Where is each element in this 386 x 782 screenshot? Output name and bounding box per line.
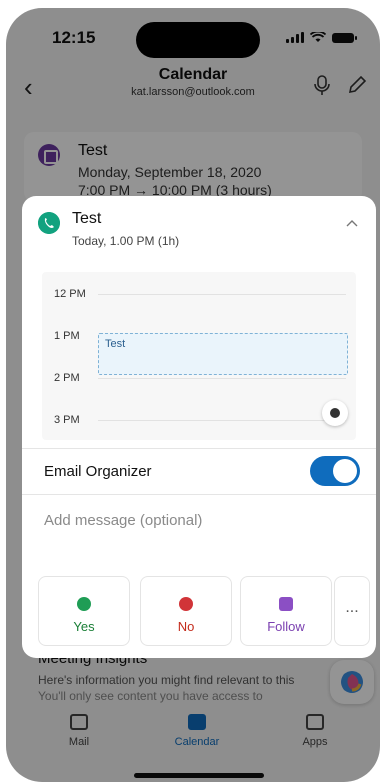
day-timeline: 12 PM 1 PM 2 PM 3 PM Test [42, 272, 356, 440]
message-input[interactable]: Add message (optional) [44, 512, 202, 529]
accept-button[interactable]: Yes [38, 576, 130, 646]
hour-line [98, 294, 346, 295]
close-icon [179, 597, 193, 611]
hour-label: 1 PM [54, 330, 80, 342]
chevron-up-icon[interactable] [346, 218, 358, 230]
event-popup-card: Test Today, 1.00 PM (1h) 12 PM 1 PM 2 PM… [22, 196, 376, 658]
clock-icon[interactable] [322, 400, 348, 426]
card-header: Test Today, 1.00 PM (1h) [22, 196, 376, 258]
email-organizer-label: Email Organizer [44, 463, 152, 480]
follow-label: Follow [267, 619, 305, 634]
email-organizer-row: Email Organizer [22, 450, 376, 492]
timeline-event-block[interactable]: Test [98, 333, 348, 375]
follow-calendar-icon [279, 597, 293, 611]
card-title: Test [72, 210, 102, 227]
email-organizer-toggle[interactable] [310, 456, 360, 486]
card-subtitle: Today, 1.00 PM (1h) [72, 234, 180, 248]
hour-line [98, 420, 346, 421]
hour-label: 12 PM [54, 288, 86, 300]
checkmark-icon [77, 597, 91, 611]
hour-label: 2 PM [54, 372, 80, 384]
timeline-event-label: Test [105, 338, 126, 350]
accept-label: Yes [73, 619, 95, 634]
decline-button[interactable]: No [140, 576, 232, 646]
hour-label: 3 PM [54, 414, 80, 426]
phone-screen: 12:15 ‹ Calendar kat.larsson@outlook.com [6, 8, 380, 782]
hour-line [98, 378, 346, 379]
more-options-button[interactable]: ... [334, 576, 370, 646]
toggle-knob [333, 459, 357, 483]
divider [22, 494, 376, 495]
decline-label: No [177, 619, 195, 634]
phone-call-icon [38, 212, 60, 234]
rsvp-buttons: Yes No Follow ... [36, 576, 372, 648]
divider [22, 448, 376, 449]
follow-button[interactable]: Follow [240, 576, 332, 646]
